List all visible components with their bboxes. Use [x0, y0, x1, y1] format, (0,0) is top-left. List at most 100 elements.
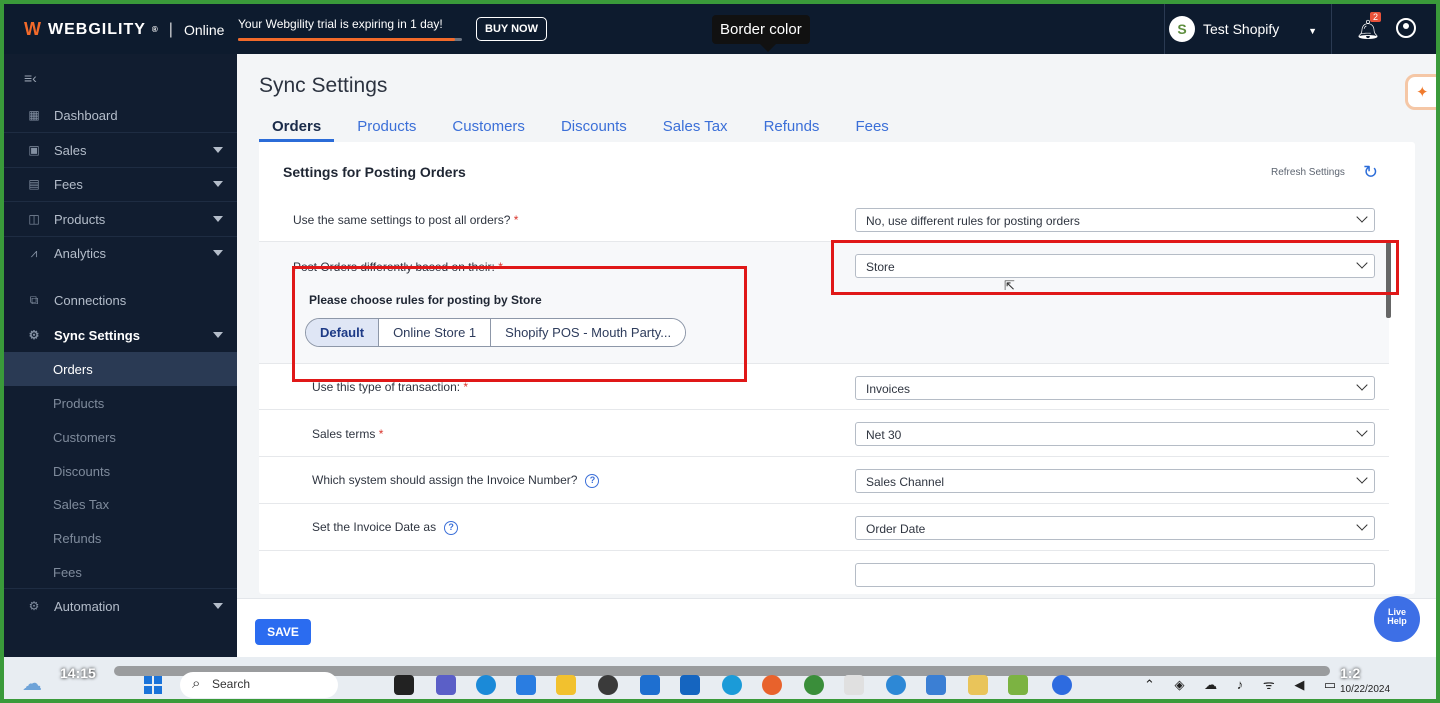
- sidebar-subitem-customers[interactable]: Customers: [4, 420, 237, 454]
- chevron-down-icon: [1356, 425, 1368, 437]
- setting-row-next: [259, 551, 1389, 594]
- sidebar-subitem-orders[interactable]: Orders: [4, 352, 237, 386]
- refresh-settings-link[interactable]: Refresh Settings: [1271, 167, 1345, 178]
- weather-icon[interactable]: ☁: [22, 671, 42, 696]
- trademark: ®: [151, 25, 159, 34]
- help-icon[interactable]: ?: [585, 473, 600, 488]
- trial-progress-bar: [238, 38, 462, 41]
- analytics-icon: ⩘: [30, 245, 38, 260]
- system-tray[interactable]: ⌃ ◈ ☁ ♪ ᯤ ◀ ▭: [1144, 675, 1344, 693]
- app-icon[interactable]: [844, 675, 864, 695]
- sales-terms-select[interactable]: Net 30: [855, 422, 1375, 446]
- sidebar-item-label: Connections: [54, 292, 127, 308]
- buy-now-button[interactable]: BUY NOW: [476, 17, 547, 41]
- logo-mark-icon: W: [24, 19, 42, 39]
- setting-label: Use this type of transaction: *: [312, 380, 469, 394]
- help-icon[interactable]: ?: [444, 520, 459, 535]
- app-icon[interactable]: [598, 675, 618, 695]
- zoom-icon[interactable]: [1052, 675, 1072, 695]
- webgility-logo[interactable]: W WEBGILITY ® | Online: [24, 19, 224, 40]
- app-icon[interactable]: [968, 675, 988, 695]
- invoice-number-select[interactable]: Sales Channel: [855, 469, 1375, 493]
- save-button[interactable]: SAVE: [255, 619, 311, 645]
- tab-fees[interactable]: Fees: [842, 112, 901, 142]
- file-explorer-icon[interactable]: [556, 675, 576, 695]
- tab-products[interactable]: Products: [344, 112, 429, 142]
- highlight-box-store-select: [831, 240, 1399, 295]
- video-time-elapsed: 14:15: [60, 665, 96, 681]
- live-help-label: Help: [1387, 616, 1407, 626]
- app-icon[interactable]: [680, 675, 700, 695]
- tab-refunds[interactable]: Refunds: [751, 112, 833, 142]
- settings-card: Settings for Posting Orders Refresh Sett…: [259, 142, 1415, 594]
- tab-orders[interactable]: Orders: [259, 112, 335, 142]
- app-icon[interactable]: [640, 675, 660, 695]
- chrome-icon[interactable]: [804, 675, 824, 695]
- sidebar-subitem-discounts[interactable]: Discounts: [4, 454, 237, 488]
- dashboard-icon: ▦: [28, 108, 40, 122]
- sidebar-item-automation[interactable]: ⚙ Automation: [4, 589, 237, 623]
- sidebar-item-connections[interactable]: ⧉ Connections: [4, 283, 237, 317]
- sidebar-subitem-refunds[interactable]: Refunds: [4, 521, 237, 555]
- setting-label: Which system should assign the Invoice N…: [312, 473, 600, 488]
- same-settings-select[interactable]: No, use different rules for posting orde…: [855, 208, 1375, 232]
- sidebar: ≡‹ ▦ Dashboard ▣ Sales ▤ Fees ◫ Products…: [4, 54, 237, 657]
- windows-start-icon[interactable]: [144, 676, 162, 694]
- app-icon[interactable]: [1008, 675, 1028, 695]
- sidebar-item-label: Analytics: [54, 245, 107, 261]
- firefox-icon[interactable]: [762, 675, 782, 695]
- app-icon[interactable]: [926, 675, 946, 695]
- connections-icon: ⧉: [29, 292, 39, 307]
- notification-count-badge: 2: [1370, 12, 1382, 22]
- sidebar-item-fees[interactable]: ▤ Fees: [4, 167, 237, 201]
- app-icon[interactable]: [886, 675, 906, 695]
- trial-progress-fill: [238, 38, 456, 41]
- chevron-down-icon: [1356, 379, 1368, 391]
- chevron-down-icon: ▼: [1308, 26, 1317, 36]
- chevron-down-icon: [1356, 211, 1368, 223]
- chevron-down-icon: [213, 603, 223, 609]
- store-switcher[interactable]: S Test Shopify ▼: [1164, 4, 1332, 54]
- refresh-icon[interactable]: ↻: [1363, 162, 1378, 183]
- ai-assistant-icon[interactable]: ✦: [1405, 74, 1436, 110]
- next-setting-select[interactable]: [855, 563, 1375, 587]
- setting-row-invoice-number: Which system should assign the Invoice N…: [259, 457, 1389, 504]
- account-icon[interactable]: [1396, 18, 1416, 38]
- setting-row-invoice-date: Set the Invoice Date as? Order Date: [259, 504, 1389, 551]
- settings-tabs: Orders Products Customers Discounts Sale…: [259, 112, 912, 142]
- products-icon: ◫: [28, 212, 40, 226]
- sidebar-item-sales[interactable]: ▣ Sales: [4, 133, 237, 167]
- top-bar: W WEBGILITY ® | Online Your Webgility tri…: [4, 4, 1436, 54]
- app-icon[interactable]: [394, 675, 414, 695]
- sidebar-subitem-sales-tax[interactable]: Sales Tax: [4, 487, 237, 521]
- store-name: Test Shopify: [1203, 21, 1280, 37]
- teams-icon[interactable]: [436, 675, 456, 695]
- sidebar-item-analytics[interactable]: ⩘ Analytics: [4, 236, 237, 270]
- skype-icon[interactable]: [722, 675, 742, 695]
- edge-icon[interactable]: [476, 675, 496, 695]
- setting-row-sales-terms: Sales terms * Net 30: [259, 410, 1389, 457]
- store-icon[interactable]: [516, 675, 536, 695]
- sales-icon: ▣: [28, 143, 40, 157]
- collapse-menu-icon[interactable]: ≡‹: [24, 70, 37, 86]
- gear-icon: ⚙: [28, 328, 40, 342]
- sidebar-subitem-fees[interactable]: Fees: [4, 555, 237, 589]
- sidebar-item-sync-settings[interactable]: ⚙ Sync Settings: [4, 318, 237, 352]
- tab-discounts[interactable]: Discounts: [548, 112, 640, 142]
- brand-name: WEBGILITY: [48, 20, 146, 38]
- setting-label: Use the same settings to post all orders…: [293, 213, 519, 227]
- main-content: Sync Settings Orders Products Customers …: [237, 54, 1436, 598]
- chevron-down-icon: [213, 181, 223, 187]
- transaction-type-select[interactable]: Invoices: [855, 376, 1375, 400]
- sidebar-item-dashboard[interactable]: ▦ Dashboard: [4, 98, 237, 132]
- tab-sales-tax[interactable]: Sales Tax: [650, 112, 741, 142]
- sidebar-item-label: Fees: [54, 176, 83, 192]
- sidebar-item-label: Automation: [54, 598, 120, 614]
- sidebar-subitem-products[interactable]: Products: [4, 386, 237, 420]
- sidebar-item-products[interactable]: ◫ Products: [4, 202, 237, 236]
- chevron-down-icon: [1356, 519, 1368, 531]
- taskbar-search[interactable]: Search: [180, 672, 338, 698]
- invoice-date-select[interactable]: Order Date: [855, 516, 1375, 540]
- tab-customers[interactable]: Customers: [439, 112, 538, 142]
- live-help-button[interactable]: Live Help: [1374, 596, 1420, 642]
